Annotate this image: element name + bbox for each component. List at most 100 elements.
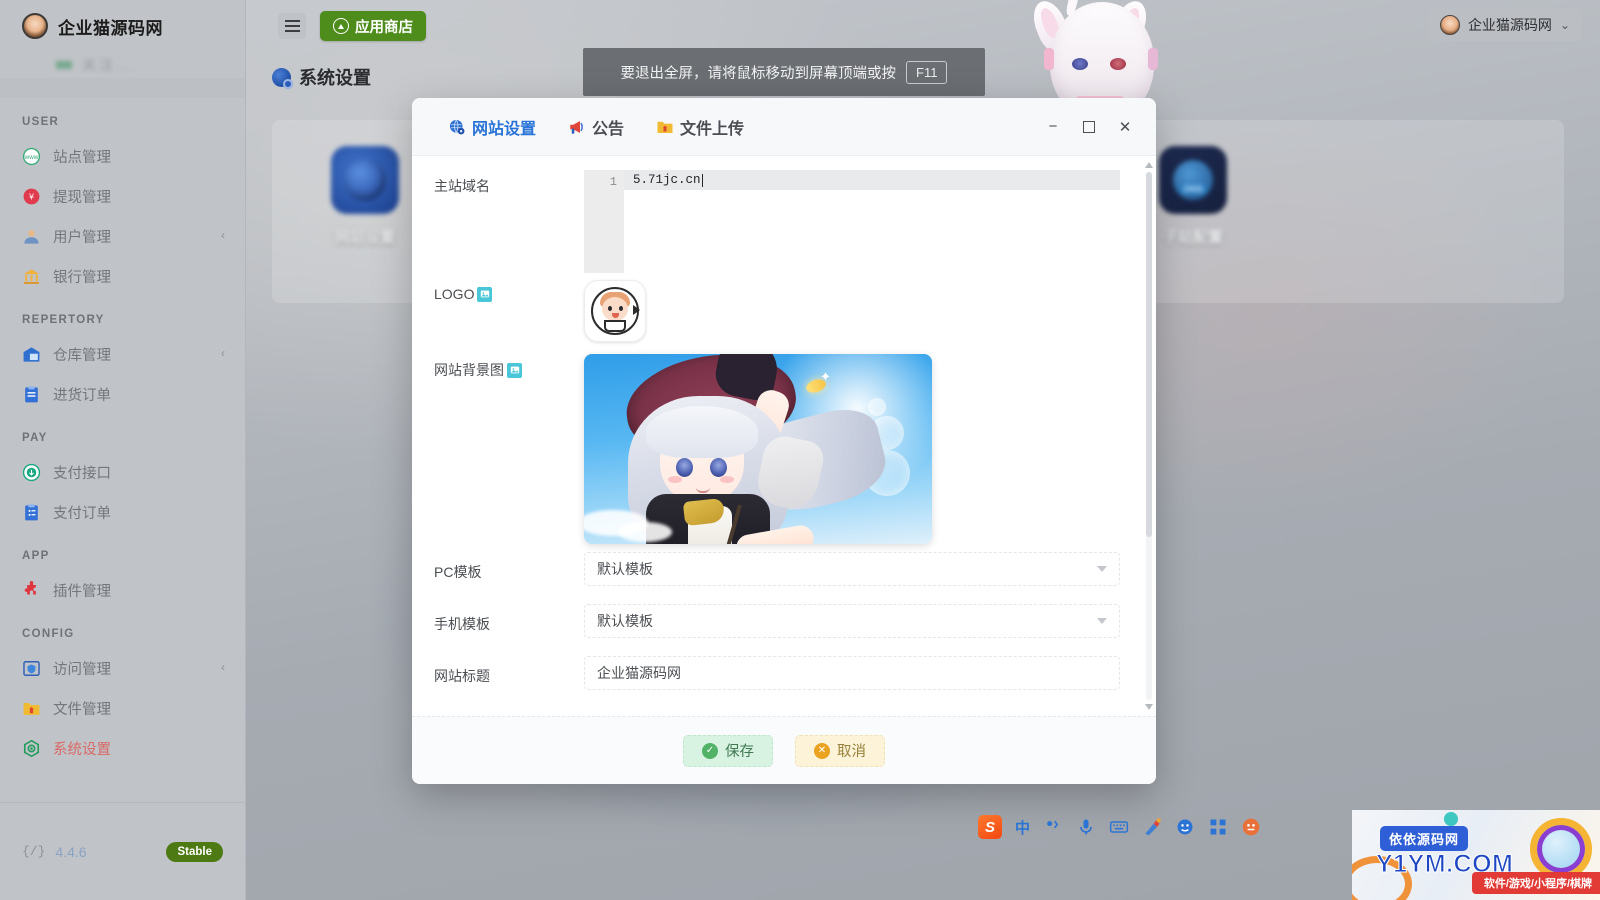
domain-input[interactable]: 5.71jc.cn xyxy=(624,170,1120,190)
sidebar-item-site-management[interactable]: www 站点管理 xyxy=(0,136,245,176)
palette-icon[interactable] xyxy=(1142,817,1162,837)
clipboard-icon xyxy=(25,385,38,402)
sidebar-item-label: 站点管理 xyxy=(53,149,111,166)
appstore-label: 应用商店 xyxy=(355,19,413,36)
scrollbar-track[interactable] xyxy=(1145,172,1152,700)
fullscreen-hint-key: F11 xyxy=(906,60,948,84)
withdraw-icon: ¥ xyxy=(23,188,40,204)
sidebar-item-warehouse-management[interactable]: 仓库管理 ‹ xyxy=(0,334,245,374)
magnifier-icon xyxy=(1530,818,1592,880)
save-label: 保存 xyxy=(725,744,754,760)
logo-preview[interactable] xyxy=(584,280,646,342)
domain-code-editor[interactable]: 1 5.71jc.cn xyxy=(584,170,1120,273)
cancel-label: 取消 xyxy=(837,744,866,760)
sidebar-item-partial[interactable]: 关注... xyxy=(0,52,245,78)
sidebar-group-config: CONFIG xyxy=(22,628,75,640)
card-site-settings[interactable]: 网站设置 xyxy=(300,146,430,247)
ime-toolbar: S 中 xyxy=(978,812,1261,842)
appstore-button[interactable]: 应用商店 xyxy=(320,11,426,41)
payment-order-icon xyxy=(25,503,38,520)
folder-upload-icon xyxy=(23,702,40,715)
gear-hex-icon xyxy=(23,739,40,757)
tab-announcement[interactable]: 公告 xyxy=(552,98,640,156)
sidebar-item-payment-order[interactable]: 支付订单 xyxy=(0,492,245,532)
sogou-avatar-icon[interactable] xyxy=(1241,817,1261,837)
sidebar-item-system-settings[interactable]: 系统设置 xyxy=(0,728,245,768)
scroll-up-arrow-icon[interactable] xyxy=(1144,162,1153,168)
partial-indicator-icon xyxy=(56,61,72,69)
field-label-logo-text: LOGO xyxy=(434,286,475,302)
tab-site-settings[interactable]: 网站设置 xyxy=(432,98,552,156)
field-label-domain: 主站域名 xyxy=(434,178,490,194)
globe-gear-icon xyxy=(331,146,399,214)
image-icon[interactable] xyxy=(477,286,493,302)
appstore-icon xyxy=(333,18,349,34)
field-row-logo: LOGO xyxy=(412,276,1142,350)
check-icon: ✓ xyxy=(702,742,718,759)
background-image-preview[interactable]: ✦ xyxy=(584,354,932,544)
sidebar-group-app: APP xyxy=(22,550,50,562)
keyboard-icon[interactable] xyxy=(1109,817,1129,837)
user-menu[interactable]: 企业猫源码网 ⌄ xyxy=(1427,9,1582,41)
field-row-background: 网站背景图 ✦ xyxy=(412,350,1142,552)
sidebar-item-withdraw-management[interactable]: ¥ 提现管理 xyxy=(0,176,245,216)
sidebar-item-user-management[interactable]: 用户管理 ‹ xyxy=(0,216,245,256)
modal-scrollbar[interactable] xyxy=(1144,162,1153,710)
tab-label: 文件上传 xyxy=(680,120,745,138)
sidebar-divider xyxy=(0,78,245,98)
ime-mode-toggle[interactable]: 中 xyxy=(1015,817,1030,838)
chevron-left-icon: ‹ xyxy=(221,660,225,674)
sidebar-item-purchase-order[interactable]: 进货订单 xyxy=(0,374,245,414)
save-button[interactable]: ✓ 保存 xyxy=(683,734,773,767)
microphone-icon[interactable] xyxy=(1076,817,1096,837)
cancel-button[interactable]: ✕ 取消 xyxy=(795,734,885,767)
dns-globe-icon: DNS xyxy=(1159,146,1227,214)
sidebar-item-file-management[interactable]: 文件管理 xyxy=(0,688,245,728)
sogou-logo-icon[interactable]: S xyxy=(978,815,1002,839)
screen: 企业猫源码网 关注... USER www 站点管理 ¥ 提现管理 用户管理 ‹… xyxy=(0,0,1600,900)
avatar xyxy=(1439,15,1460,35)
image-icon[interactable] xyxy=(507,362,522,378)
globe-gear-icon xyxy=(449,119,465,134)
sidebar-item-plugin-management[interactable]: 插件管理 xyxy=(0,570,245,610)
sidebar-item-label: 仓库管理 xyxy=(53,347,111,364)
page-title: 系统设置 xyxy=(272,64,371,90)
megaphone-icon xyxy=(570,120,583,134)
sidebar-group-pay: PAY xyxy=(22,432,48,444)
sidebar-item-label: 提现管理 xyxy=(53,189,111,206)
close-button[interactable]: ✕ xyxy=(1108,112,1142,142)
site-title-input[interactable]: 企业猫源码网 xyxy=(584,656,1120,690)
chevron-down-icon: ⌄ xyxy=(1559,18,1570,32)
apps-grid-icon[interactable] xyxy=(1208,817,1228,837)
maximize-button[interactable] xyxy=(1072,112,1106,142)
field-label-mobile-template: 手机模板 xyxy=(434,616,490,632)
puzzle-icon xyxy=(24,580,36,594)
sidebar-brand[interactable]: 企业猫源码网 xyxy=(0,0,245,52)
logo-image xyxy=(589,285,641,337)
field-label-background: 网站背景图 xyxy=(434,350,584,380)
sidebar-item-access-management[interactable]: 访问管理 ‹ xyxy=(0,648,245,688)
sidebar-item-payment-interface[interactable]: 支付接口 xyxy=(0,452,245,492)
tab-label: 公告 xyxy=(592,120,625,138)
sidebar-item-bank-management[interactable]: 银行管理 xyxy=(0,256,245,296)
pc-template-select[interactable]: 默认模板 xyxy=(584,552,1120,586)
sidebar-item-label: 进货订单 xyxy=(53,387,111,404)
field-label-pc-template: PC模板 xyxy=(434,564,482,580)
tab-file-upload[interactable]: 文件上传 xyxy=(640,98,760,156)
mobile-template-select[interactable]: 默认模板 xyxy=(584,604,1120,638)
mobile-template-value: 默认模板 xyxy=(597,613,653,629)
punctuation-icon[interactable] xyxy=(1043,817,1063,837)
minimize-button[interactable]: − xyxy=(1036,112,1070,142)
scroll-down-arrow-icon[interactable] xyxy=(1144,704,1153,710)
page-title-text: 系统设置 xyxy=(299,68,371,88)
hamburger-icon[interactable] xyxy=(278,13,306,39)
brand-name: 企业猫源码网 xyxy=(58,18,163,38)
sidebar-item-label: 支付订单 xyxy=(53,505,111,522)
scrollbar-thumb[interactable] xyxy=(1145,172,1152,537)
sidebar-item-label: 支付接口 xyxy=(53,465,111,482)
user-icon xyxy=(24,229,39,244)
sidebar-item-label: 插件管理 xyxy=(53,583,111,600)
chevron-left-icon: ‹ xyxy=(221,228,225,242)
sidebar-footer: {/} 4.4.6 Stable xyxy=(0,802,245,900)
smiley-icon[interactable] xyxy=(1175,817,1195,837)
